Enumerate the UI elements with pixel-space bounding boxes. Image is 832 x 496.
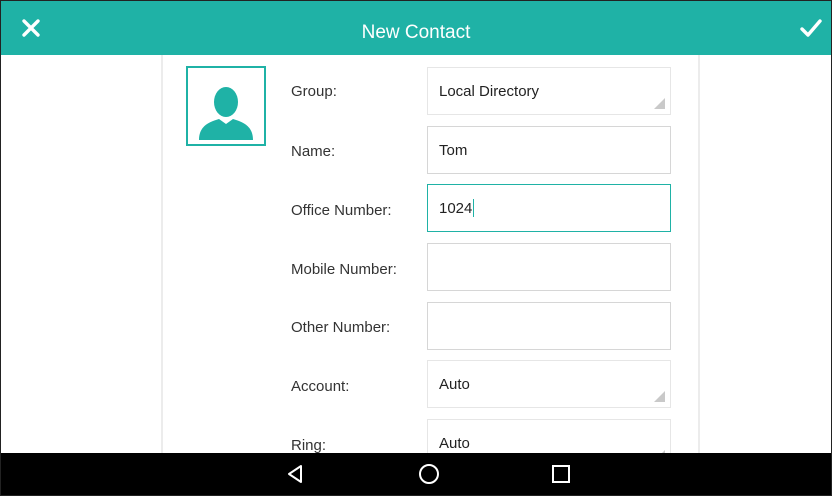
office-number-label: Office Number: [291,202,392,219]
ring-label: Ring: [291,437,327,453]
home-circle-icon [419,464,439,484]
office-number-value: 1024 [439,199,473,217]
person-icon [199,87,253,140]
other-number-field[interactable] [427,302,671,350]
back-button[interactable] [270,453,320,495]
dropdown-corner-icon [654,391,665,402]
save-button[interactable] [791,1,831,55]
back-triangle-icon [288,465,302,483]
account-value: Auto [439,375,470,393]
name-value: Tom [439,141,468,159]
group-label: Group: [291,83,337,100]
group-value: Local Directory [439,82,540,100]
text-cursor [473,199,475,217]
recents-square-icon [552,465,570,483]
app-window: New Contact Group: Local Directory Name:… [0,0,832,496]
ring-value: Auto [439,434,470,452]
group-select[interactable]: Local Directory [427,67,671,115]
account-select[interactable]: Auto [427,360,671,408]
contact-photo[interactable] [186,66,266,146]
title-bar: New Contact [1,1,831,55]
dropdown-corner-icon [654,98,665,109]
form-content[interactable]: Group: Local Directory Name: Tom Office … [1,55,831,453]
other-number-label: Other Number: [291,319,391,336]
mobile-number-field[interactable] [427,243,671,291]
name-field[interactable]: Tom [427,126,671,174]
ring-select[interactable]: Auto [427,419,671,453]
recents-button[interactable] [536,453,586,495]
office-number-field[interactable]: 1024 [427,184,671,232]
account-label: Account: [291,378,350,395]
system-nav-bar [1,453,831,495]
home-button[interactable] [404,453,454,495]
name-label: Name: [291,143,336,160]
mobile-number-label: Mobile Number: [291,261,397,278]
checkmark-icon [800,19,822,37]
page-title: New Contact [361,22,471,43]
